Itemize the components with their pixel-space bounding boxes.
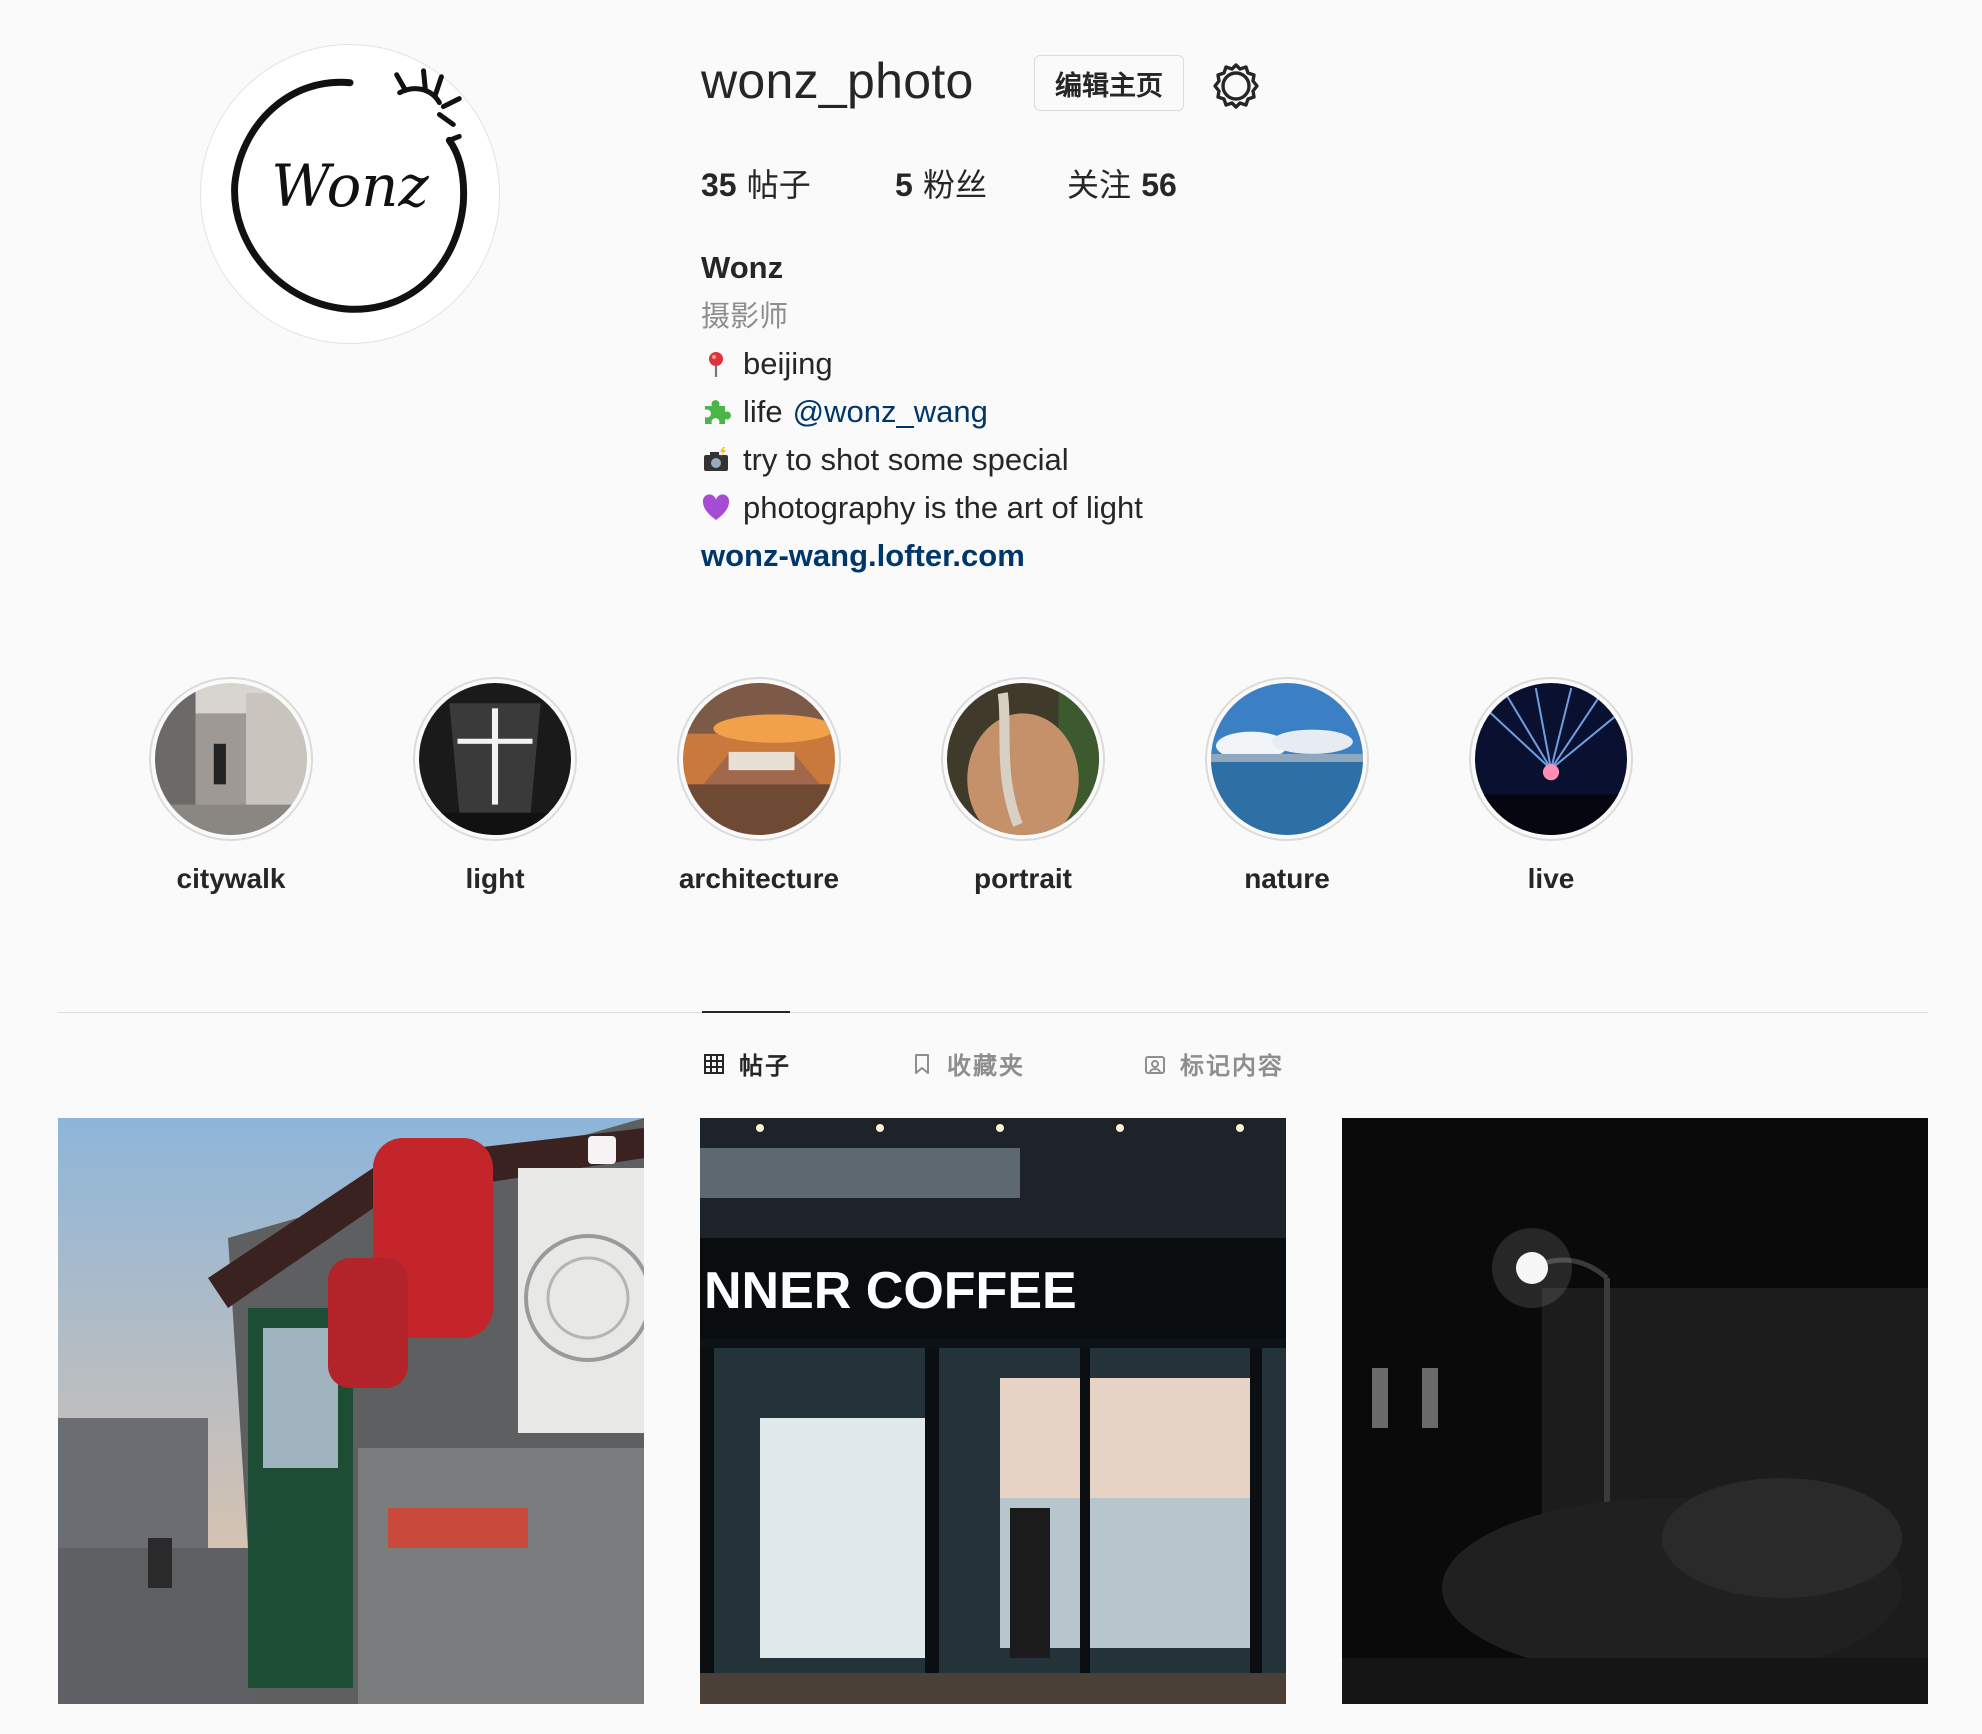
carousel-icon: [588, 1136, 616, 1164]
post-thumbnail[interactable]: [1342, 1118, 1928, 1704]
highlight-label: portrait: [974, 863, 1072, 894]
bio-line-location: beijing: [701, 340, 1143, 388]
tab-posts[interactable]: 帖子: [703, 1046, 791, 1081]
highlight-ring[interactable]: [677, 677, 841, 841]
display-name: Wonz: [701, 250, 784, 285]
pin-icon: [709, 352, 723, 377]
tab-divider: [58, 1012, 1928, 1013]
following-count[interactable]: 关注 56: [1067, 160, 1177, 206]
profile-bio: Wonz 摄影师 beijing life @wonz_wang try to …: [701, 244, 1143, 580]
tab-tagged[interactable]: 标记内容: [1144, 1046, 1284, 1081]
highlight-cover: [155, 683, 307, 835]
post-thumbnail[interactable]: NNER COFFEE: [700, 1118, 1286, 1704]
puzzle-icon: [705, 400, 731, 424]
mention-link[interactable]: @wonz_wang: [793, 388, 988, 436]
highlight-portrait[interactable]: portrait: [913, 677, 1133, 895]
post-thumbnail[interactable]: [58, 1118, 644, 1704]
highlight-label: architecture: [678, 863, 840, 894]
highlight-citywalk[interactable]: citywalk: [121, 677, 341, 895]
highlight-ring[interactable]: [941, 677, 1105, 841]
highlight-light[interactable]: light: [385, 677, 605, 895]
settings-gear-icon[interactable]: [1210, 60, 1262, 112]
bio-line-art: photography is the art of light: [701, 484, 1143, 532]
purple-heart-icon: [702, 494, 730, 520]
highlight-label: nature: [1244, 863, 1330, 894]
highlight-ring[interactable]: [413, 677, 577, 841]
posts-count[interactable]: 35 帖子: [701, 160, 811, 206]
highlight-cover: [947, 683, 1099, 835]
bookmark-icon: [915, 1053, 929, 1074]
tagged-icon: [1145, 1055, 1165, 1074]
edit-profile-button[interactable]: 编辑主页: [1034, 55, 1184, 111]
category-label: 摄影师: [701, 299, 789, 333]
highlight-label: live: [1527, 863, 1575, 894]
tab-saved[interactable]: 收藏夹: [911, 1046, 1025, 1081]
bio-line-shot: try to shot some special: [701, 436, 1143, 484]
highlight-cover: [1211, 683, 1363, 835]
active-tab-indicator: [702, 1011, 790, 1013]
highlight-cover: [683, 683, 835, 835]
highlight-architecture[interactable]: architecture: [649, 677, 869, 895]
profile-avatar[interactable]: Wonz: [200, 44, 500, 344]
highlight-ring[interactable]: [1469, 677, 1633, 841]
camera-flash-icon: [704, 447, 728, 471]
highlight-nature[interactable]: nature: [1177, 677, 1397, 895]
story-highlights: citywalk light architecture portrait nat…: [0, 677, 1982, 917]
website-link[interactable]: wonz-wang.lofter.com: [701, 532, 1143, 580]
highlight-label: light: [465, 863, 525, 894]
highlight-live[interactable]: live: [1441, 677, 1661, 895]
highlight-ring[interactable]: [149, 677, 313, 841]
highlight-cover: [1475, 683, 1627, 835]
highlight-cover: [419, 683, 571, 835]
highlight-label: citywalk: [176, 863, 286, 894]
avatar-logo-text: Wonz: [271, 153, 429, 220]
coffee-sign-text: NNER COFFEE: [704, 1262, 1077, 1320]
bio-line-life: life @wonz_wang: [701, 388, 1143, 436]
followers-count[interactable]: 5 粉丝: [895, 160, 987, 206]
highlight-ring[interactable]: [1205, 677, 1369, 841]
grid-icon: [704, 1053, 724, 1074]
username: wonz_photo: [701, 53, 974, 109]
